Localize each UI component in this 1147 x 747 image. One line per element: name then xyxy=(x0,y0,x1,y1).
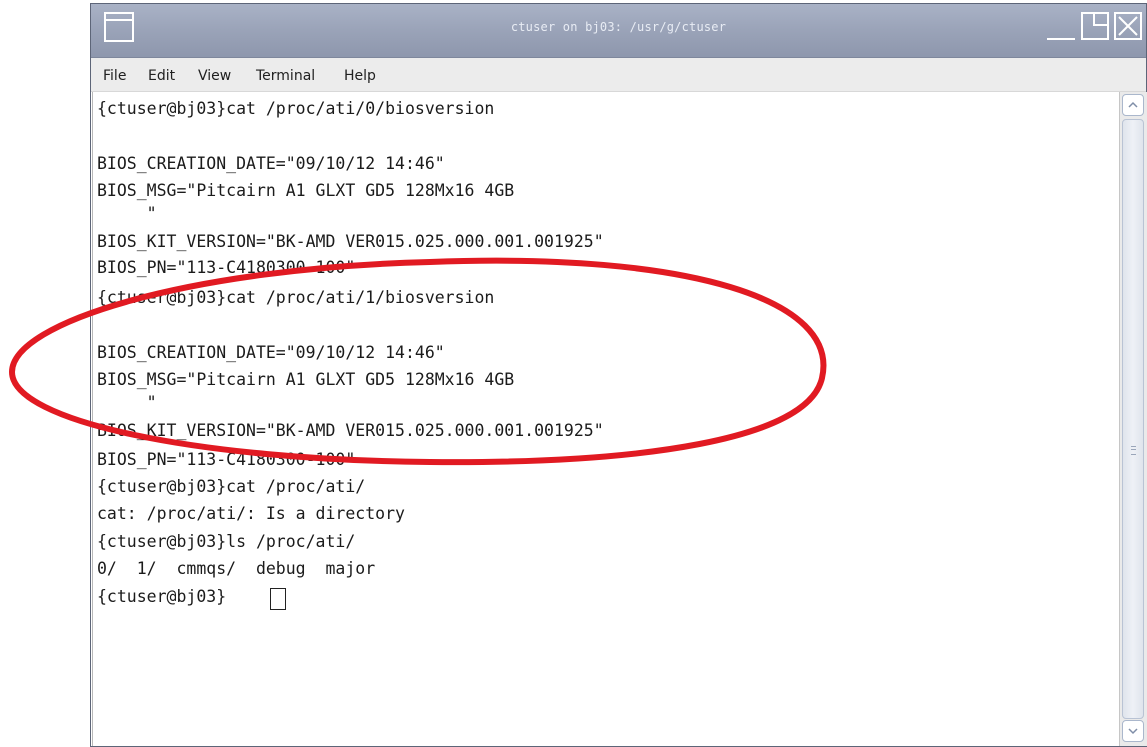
terminal-line: BIOS_MSG="Pitcairn A1 GLXT GD5 128Mx16 4… xyxy=(97,181,515,200)
terminal-prompt: {ctuser@bj03} xyxy=(97,587,227,606)
terminal-line: " xyxy=(97,204,157,223)
menu-help[interactable]: Help xyxy=(344,68,376,84)
terminal-line: {ctuser@bj03}cat /proc/ati/0/biosversion xyxy=(97,99,495,118)
window-title: ctuser on bj03: /usr/g/ctuser xyxy=(510,20,727,34)
chevron-up-icon xyxy=(1128,101,1138,108)
terminal-line: {ctuser@bj03}ls /proc/ati/ xyxy=(97,532,356,551)
scroll-down-button[interactable] xyxy=(1122,720,1144,742)
terminal-line: BIOS_CREATION_DATE="09/10/12 14:46" xyxy=(97,343,445,362)
scroll-thumb[interactable] xyxy=(1122,119,1144,719)
terminal-line: 0/ 1/ cmmqs/ debug major xyxy=(97,559,376,578)
terminal-output[interactable]: {ctuser@bj03}cat /proc/ati/0/biosversion… xyxy=(92,92,1119,746)
terminal-line: BIOS_KIT_VERSION="BK-AMD VER015.025.000.… xyxy=(97,232,604,251)
menu-bar: File Edit View Terminal Help xyxy=(91,58,1146,92)
terminal-line: BIOS_PN="113-C4180300-100" xyxy=(97,258,356,277)
terminal-line: cat: /proc/ati/: Is a directory xyxy=(97,504,405,523)
terminal-line: BIOS_KIT_VERSION="BK-AMD VER015.025.000.… xyxy=(97,421,604,440)
minimize-icon[interactable] xyxy=(1047,38,1075,40)
menu-edit[interactable]: Edit xyxy=(148,68,175,84)
terminal-line: BIOS_PN="113-C4180300-100" xyxy=(97,450,356,469)
terminal-line: " xyxy=(97,393,157,412)
terminal-line: BIOS_MSG="Pitcairn A1 GLXT GD5 128Mx16 4… xyxy=(97,370,515,389)
menu-terminal[interactable]: Terminal xyxy=(256,68,315,84)
grip-icon xyxy=(1131,446,1136,455)
vertical-scrollbar[interactable] xyxy=(1119,92,1147,746)
menu-view[interactable]: View xyxy=(198,68,231,84)
terminal-line: BIOS_CREATION_DATE="09/10/12 14:46" xyxy=(97,154,445,173)
terminal-line: {ctuser@bj03}cat /proc/ati/1/biosversion xyxy=(97,288,495,307)
title-bar[interactable]: ctuser on bj03: /usr/g/ctuser xyxy=(91,4,1146,58)
scroll-up-button[interactable] xyxy=(1122,94,1144,116)
menu-file[interactable]: File xyxy=(103,68,126,84)
terminal-window: ctuser on bj03: /usr/g/ctuser File Edit … xyxy=(90,3,1147,747)
text-cursor xyxy=(270,588,286,610)
terminal-line: {ctuser@bj03}cat /proc/ati/ xyxy=(97,477,366,496)
chevron-down-icon xyxy=(1128,728,1138,735)
maximize-icon[interactable] xyxy=(1081,12,1109,40)
close-icon[interactable] xyxy=(1114,12,1142,40)
